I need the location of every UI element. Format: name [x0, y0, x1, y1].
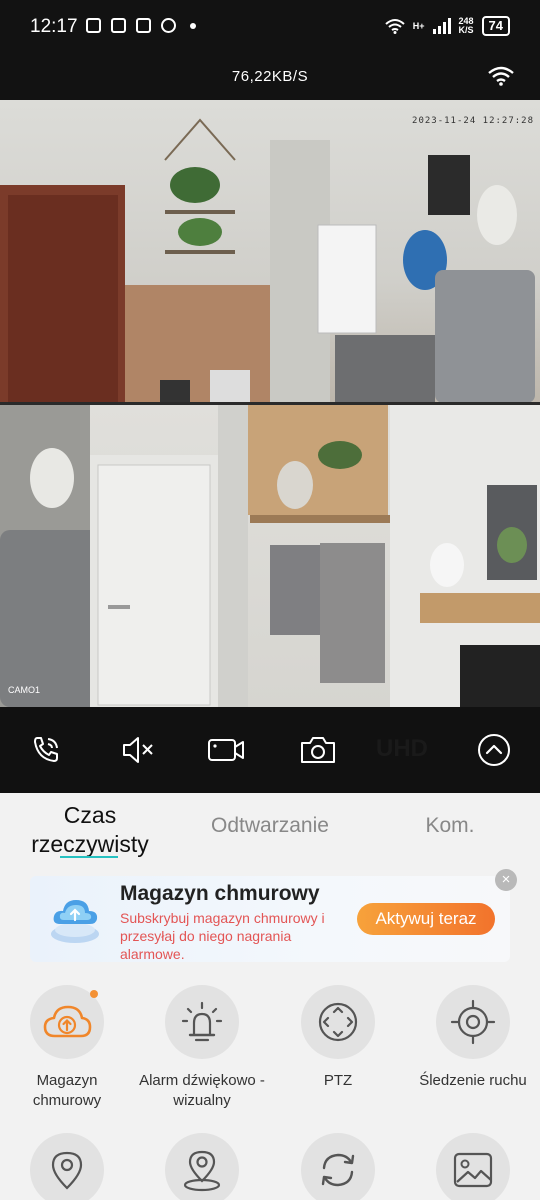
record-button[interactable]: [206, 732, 246, 768]
ptz-icon: [318, 1002, 358, 1042]
map-pin-area-icon: [183, 1150, 221, 1192]
feature-sound-light-alarm[interactable]: Alarm dźwiękowo -wizualny: [132, 985, 272, 1111]
camera-wifi-icon[interactable]: [488, 66, 514, 86]
control-bar: UHD: [0, 707, 540, 793]
camera-name-label: CAMO1: [8, 685, 41, 695]
feature-ptz[interactable]: PTZ: [268, 985, 408, 1091]
mail-icon: [86, 18, 101, 33]
feature-motion-tracking[interactable]: Śledzenie ruchu: [403, 985, 540, 1091]
feature-location[interactable]: [0, 1133, 137, 1200]
battery-indicator: 74: [481, 16, 510, 36]
rotate-icon: [321, 1153, 355, 1187]
feature-cloud-storage[interactable]: Magazyn chmurowy: [0, 985, 137, 1111]
cloud-upload-icon: [43, 1005, 92, 1038]
feature-icon-circle: [30, 1133, 104, 1200]
feature-label: PTZ: [323, 1072, 353, 1089]
camera-live-view[interactable]: 2023-11-24 12:27:28 CAMO1: [0, 100, 540, 707]
feature-icon-circle: [30, 985, 104, 1059]
active-tab-indicator: [60, 856, 118, 858]
feature-gallery[interactable]: [403, 1133, 540, 1200]
chevron-up-circle-icon: [478, 734, 510, 766]
feature-icon-circle: [165, 985, 239, 1059]
status-time: 12:17: [30, 16, 78, 37]
banner-title: Magazyn chmurowy: [120, 882, 320, 905]
chrome-icon: [161, 18, 176, 33]
new-badge-dot: [90, 990, 98, 998]
status-right: H+ 248 K/S 74: [385, 16, 510, 36]
quality-toggle[interactable]: UHD: [376, 735, 428, 763]
feature-icon-circle: [436, 1133, 510, 1200]
tab-bar: Czas rzeczywisty Odtwarzanie Kom.: [0, 793, 540, 863]
network-type: H+: [412, 21, 425, 31]
banner-close-button[interactable]: ×: [495, 869, 517, 891]
wifi-icon: [385, 19, 405, 34]
status-bar: 12:17 H+ 248 K/S 74: [0, 0, 540, 56]
office-icon: [111, 18, 126, 33]
camera-view-bottom: CAMO1: [0, 405, 540, 707]
mute-button[interactable]: [118, 732, 158, 768]
crosshair-icon: [450, 999, 496, 1045]
expand-controls-button[interactable]: [474, 732, 514, 768]
room-scene-bottom: [0, 405, 540, 707]
feature-icon-circle: [436, 985, 510, 1059]
camera-timestamp: 2023-11-24 12:27:28: [412, 116, 534, 126]
image-gallery-icon: [453, 1152, 493, 1188]
cloud-storage-banner[interactable]: Magazyn chmurowy Subskrybuj magazyn chmu…: [30, 876, 510, 962]
banner-subtitle: Subskrybuj magazyn chmurowy i przesyłaj …: [120, 910, 325, 962]
feature-cruise[interactable]: [268, 1133, 408, 1200]
phone-call-icon: [34, 737, 58, 762]
feature-label: Śledzenie ruchu: [419, 1072, 527, 1089]
feature-icon-circle: [165, 1133, 239, 1200]
feature-geofence[interactable]: [132, 1133, 272, 1200]
camera-snapshot-icon: [301, 737, 335, 763]
location-pin-icon: [51, 1151, 83, 1190]
signal-icon: [432, 18, 451, 34]
talk-button[interactable]: [26, 732, 66, 768]
tab-live[interactable]: Czas rzeczywisty: [20, 801, 160, 859]
video-record-icon: [208, 739, 244, 761]
activate-now-button[interactable]: Aktywuj teraz: [357, 903, 495, 935]
more-notifications-icon: [190, 22, 196, 29]
snapshot-button[interactable]: [298, 732, 338, 768]
stream-info-bar: 76,22KB/S: [0, 56, 540, 100]
room-scene-top: [0, 118, 535, 403]
camera-view-top: 2023-11-24 12:27:28: [0, 100, 540, 403]
speaker-muted-icon: [123, 737, 153, 763]
feature-icon-circle: [301, 1133, 375, 1200]
tab-messages[interactable]: Kom.: [400, 814, 500, 838]
tab-playback[interactable]: Odtwarzanie: [196, 814, 344, 838]
network-speed: 248 K/S: [458, 16, 474, 35]
feature-icon-circle: [301, 985, 375, 1059]
feature-label: Alarm dźwiękowo -wizualny: [139, 1072, 265, 1109]
shopping-bag-icon: [136, 18, 151, 33]
cloud-storage-icon: [51, 900, 99, 943]
alarm-light-icon: [181, 1001, 223, 1042]
feature-label: Magazyn chmurowy: [32, 1072, 102, 1109]
stream-speed: 76,22KB/S: [231, 68, 309, 85]
notification-icons: [86, 18, 196, 33]
